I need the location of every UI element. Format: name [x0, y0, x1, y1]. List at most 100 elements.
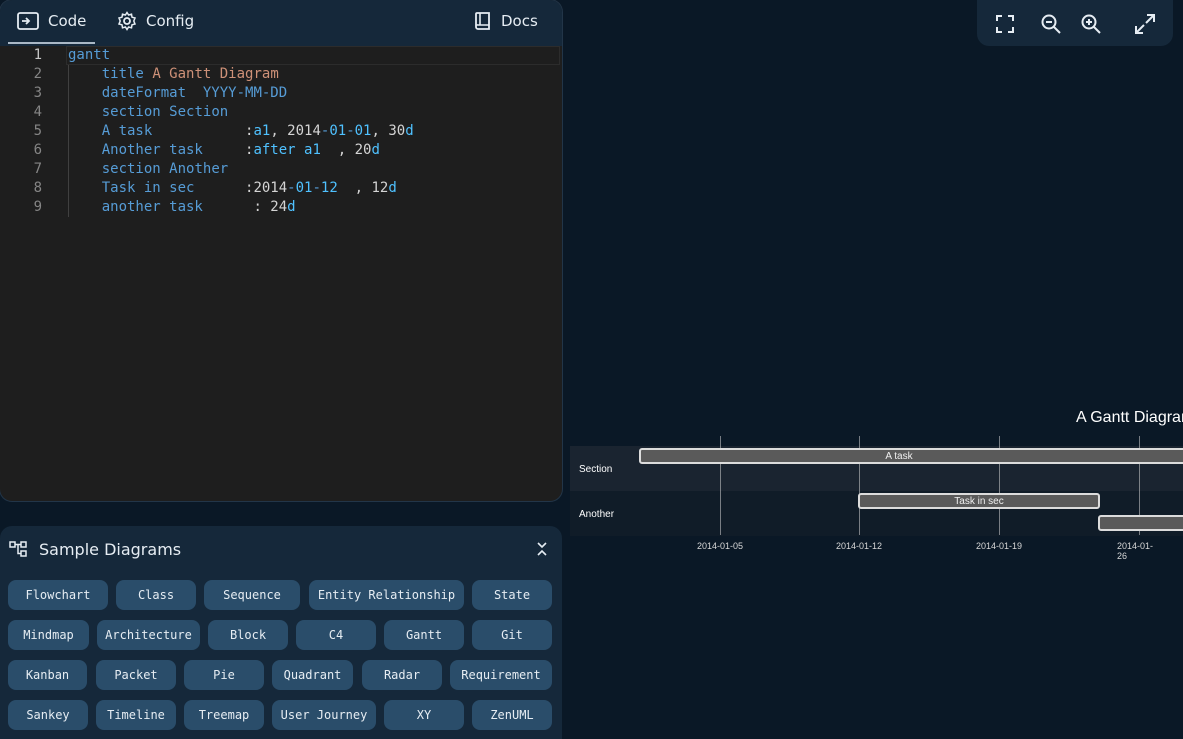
line-number: 7 — [33, 161, 42, 177]
code-token: A task — [101, 123, 153, 139]
code-token: :2014 — [194, 180, 288, 196]
sample-block-button[interactable]: Block — [208, 620, 288, 650]
sample-architecture-button[interactable]: Architecture — [97, 620, 200, 650]
docs-link[interactable]: Docs — [474, 0, 538, 42]
code-line[interactable]: 9 another task : 24d — [0, 198, 558, 217]
axis-tick: 2014-01-26 — [1117, 541, 1154, 561]
code-token: another task — [101, 199, 203, 215]
axis-tick: 2014-01-05 — [696, 541, 744, 551]
code-token: - — [312, 180, 321, 196]
sample-sequence-button[interactable]: Sequence — [204, 580, 300, 610]
code-line[interactable]: 4 section Section — [0, 103, 558, 122]
code-token: d — [287, 199, 296, 215]
tab-config[interactable]: Config — [117, 0, 194, 42]
sample-git-button[interactable]: Git — [472, 620, 552, 650]
line-number: 3 — [33, 85, 42, 101]
line-number: 1 — [33, 47, 42, 63]
expand-icon[interactable] — [1133, 12, 1157, 36]
docs-label: Docs — [501, 12, 538, 30]
gantt-bar: A task — [639, 448, 1183, 464]
code-token: a1 — [253, 123, 271, 139]
code-token: Another — [169, 161, 229, 177]
code-line[interactable]: 2 title A Gantt Diagram — [0, 65, 558, 84]
tab-code[interactable]: Code — [8, 0, 96, 44]
sample-timeline-button[interactable]: Timeline — [96, 700, 176, 730]
code-token: section — [101, 104, 161, 120]
line-number: 9 — [33, 199, 42, 215]
sample-diagrams-panel: Sample Diagrams Flowchart Class Sequence En… — [0, 526, 562, 739]
editor-header: Code Config Docs — [0, 0, 562, 46]
code-token: 01 — [295, 180, 313, 196]
gantt-bar: Task in sec — [858, 493, 1100, 509]
code-token: d — [405, 123, 414, 139]
sample-mindmap-button[interactable]: Mindmap — [8, 620, 89, 650]
book-icon — [475, 12, 490, 30]
bar-label: Task in sec — [954, 495, 1004, 507]
section-label: Section — [579, 464, 613, 475]
code-token: - — [287, 180, 296, 196]
code-text: Another task :after a1 , 20d — [68, 141, 380, 160]
sample-radar-button[interactable]: Radar — [362, 660, 442, 690]
code-token: 01 — [354, 123, 372, 139]
diagram-title: A Gantt Diagram — [1076, 409, 1183, 426]
sample-quadrant-button[interactable]: Quadrant — [272, 660, 353, 690]
diagram-toolbar — [977, 0, 1173, 46]
editor-panel: Code Config Docs 1 gantt 2 title A Gantt D… — [0, 0, 562, 501]
sample-flowchart-button[interactable]: Flowchart — [8, 580, 108, 610]
code-editor[interactable]: 1 gantt 2 title A Gantt Diagram 3 dateForma… — [0, 46, 562, 501]
code-token: Section — [169, 104, 229, 120]
sample-state-button[interactable]: State — [472, 580, 552, 610]
sample-gantt-button[interactable]: Gantt — [384, 620, 464, 650]
sample-zenuml-button[interactable]: ZenUML — [472, 700, 552, 730]
sample-entity-relationship-button[interactable]: Entity Relationship — [309, 580, 464, 610]
axis-tick: 2014-01-19 — [975, 541, 1023, 551]
code-token: section — [101, 161, 161, 177]
code-line[interactable]: 7 section Another — [0, 160, 558, 179]
code-line[interactable]: 1 gantt — [0, 46, 558, 65]
sample-user-journey-button[interactable]: User Journey — [272, 700, 376, 730]
code-token: gantt — [68, 47, 111, 63]
code-line[interactable]: 6 Another task :after a1 , 20d — [0, 141, 558, 160]
sample-treemap-button[interactable]: Treemap — [184, 700, 264, 730]
code-text: another task : 24d — [68, 198, 296, 217]
code-line[interactable]: 3 dateFormat YYYY-MM-DD — [0, 84, 558, 103]
collapse-icon[interactable] — [535, 541, 549, 557]
code-token: after a1 — [253, 142, 321, 158]
sample-pie-button[interactable]: Pie — [184, 660, 264, 690]
sample-sankey-button[interactable]: Sankey — [8, 700, 88, 730]
code-text: title A Gantt Diagram — [68, 65, 279, 84]
code-token: d — [371, 142, 380, 158]
code-text: gantt — [68, 46, 110, 65]
sample-packet-button[interactable]: Packet — [96, 660, 176, 690]
code-line[interactable]: 5 A task :a1, 2014-01-01, 30d — [0, 122, 558, 141]
code-token: : — [202, 142, 254, 158]
sample-c4-button[interactable]: C4 — [296, 620, 376, 650]
code-token: YYYY-MM-DD — [202, 85, 288, 101]
code-token: : — [152, 123, 254, 139]
tab-code-label: Code — [48, 12, 87, 30]
code-token: Another task — [101, 142, 203, 158]
zoom-out-icon[interactable] — [1039, 12, 1063, 36]
code-token: Task in sec — [101, 180, 195, 196]
code-line[interactable]: 8 Task in sec :2014-01-12 , 12d — [0, 179, 558, 198]
sample-requirement-button[interactable]: Requirement — [450, 660, 552, 690]
sample-xy-button[interactable]: XY — [384, 700, 464, 730]
zoom-in-icon[interactable] — [1079, 12, 1103, 36]
samples-title: Sample Diagrams — [39, 540, 182, 559]
code-token: , 30 — [371, 123, 406, 139]
sample-kanban-button[interactable]: Kanban — [8, 660, 87, 690]
sample-class-button[interactable]: Class — [116, 580, 196, 610]
fullscreen-icon[interactable] — [993, 12, 1017, 36]
diagram-icon — [9, 541, 27, 557]
code-text: Task in sec :2014-01-12 , 12d — [68, 179, 397, 198]
line-number: 8 — [33, 180, 42, 196]
code-token: 01 — [329, 123, 347, 139]
tab-config-label: Config — [146, 12, 195, 30]
